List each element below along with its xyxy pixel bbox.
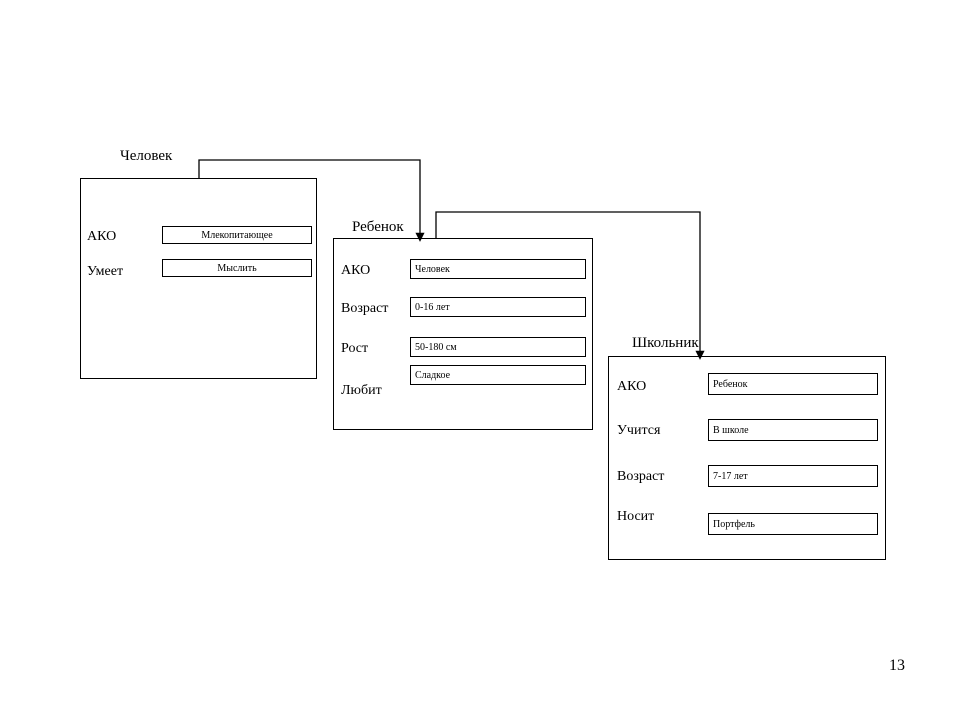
slot-value-pupil-studies: В школе <box>708 419 878 441</box>
slot-label-pupil-wears: Носит <box>617 509 654 525</box>
slot-label-pupil-studies: Учится <box>617 423 660 439</box>
slot-label-child-likes: Любит <box>341 383 382 399</box>
slot-value-pupil-age: 7-17 лет <box>708 465 878 487</box>
diagram-stage: Человек АКО Млекопитающее Умеет Мыслить … <box>0 0 960 720</box>
slot-label-pupil-ako: АКО <box>617 379 646 395</box>
slot-value-pupil-ako: Ребенок <box>708 373 878 395</box>
frame-box-child: АКО Человек Возраст 0-16 лет Рост 50-180… <box>333 238 593 430</box>
slot-value-child-ako: Человек <box>410 259 586 279</box>
slot-value-human-can: Мыслить <box>162 259 312 277</box>
slot-value-child-height: 50-180 см <box>410 337 586 357</box>
slot-label-pupil-age: Возраст <box>617 469 664 485</box>
page-number: 13 <box>889 657 905 675</box>
slot-value-child-likes: Сладкое <box>410 365 586 385</box>
slot-value-human-ako: Млекопитающее <box>162 226 312 244</box>
frame-box-human: АКО Млекопитающее Умеет Мыслить <box>80 178 317 379</box>
slot-label-child-ako: АКО <box>341 263 370 279</box>
slot-label-human-ako: АКО <box>87 229 116 245</box>
slot-value-child-age: 0-16 лет <box>410 297 586 317</box>
frame-title-pupil: Школьник <box>632 335 699 352</box>
slot-value-pupil-wears: Портфель <box>708 513 878 535</box>
frame-box-pupil: АКО Ребенок Учится В школе Возраст 7-17 … <box>608 356 886 560</box>
slot-label-human-can: Умеет <box>87 264 123 280</box>
frame-title-child: Ребенок <box>352 219 404 236</box>
slot-label-child-age: Возраст <box>341 301 388 317</box>
slot-label-child-height: Рост <box>341 341 368 357</box>
frame-title-human: Человек <box>120 148 172 165</box>
